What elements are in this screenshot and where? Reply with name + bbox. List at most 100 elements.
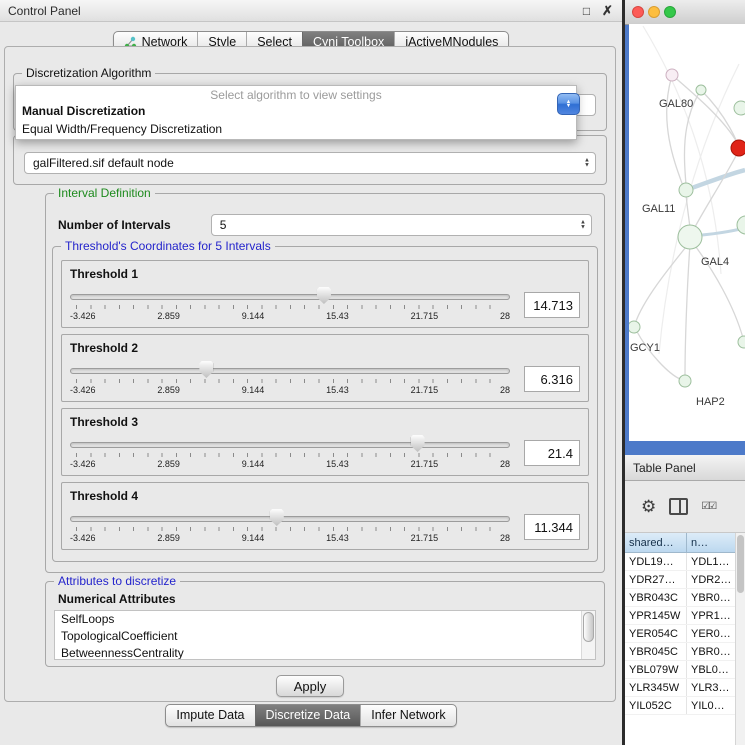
tab-infer-network[interactable]: Infer Network [360, 705, 455, 726]
threshold-3-value-field[interactable]: 21.4 [524, 440, 580, 466]
selected-red-node[interactable] [731, 140, 745, 156]
table-row[interactable]: YLR345WYLR3… [625, 679, 745, 697]
table-row[interactable]: YBL079WYBL0… [625, 661, 745, 679]
column-header-name[interactable]: n… [687, 533, 736, 553]
threshold-3-label: Threshold 3 [70, 415, 138, 429]
interval-definition-group: Interval Definition Number of Intervals … [45, 193, 605, 573]
network-view-window: GAL80 GAL11 GAL4 GCY1 HAP2 [625, 0, 745, 455]
tab-impute-data[interactable]: Impute Data [166, 705, 254, 726]
select-columns-icon[interactable]: ☑☑ [701, 501, 715, 512]
minimize-traffic-light-icon[interactable] [648, 6, 660, 18]
tab-discretize-data[interactable]: Discretize Data [255, 705, 361, 726]
scrollbar-thumb[interactable] [583, 612, 594, 642]
table-row[interactable]: YPR145WYPR1… [625, 607, 745, 625]
apply-button[interactable]: Apply [276, 675, 344, 697]
slider-track[interactable] [70, 442, 510, 448]
table-data-combobox[interactable]: galFiltered.sif default node ▲▼ [24, 152, 596, 174]
zoom-traffic-light-icon[interactable] [664, 6, 676, 18]
threshold-2-slider[interactable]: -3.4262.8599.14415.4321.71528 [70, 359, 510, 399]
table-panel-header: Table Panel [625, 455, 745, 481]
close-traffic-light-icon[interactable] [632, 6, 644, 18]
threshold-4-slider-thumb[interactable] [270, 509, 284, 526]
node-label: GCY1 [630, 342, 660, 354]
thresholds-group-label: Threshold's Coordinates for 5 Intervals [61, 239, 275, 253]
node-label: GAL4 [701, 256, 729, 268]
network-canvas[interactable]: GAL80 GAL11 GAL4 GCY1 HAP2 [629, 24, 745, 441]
columns-icon[interactable] [669, 498, 688, 515]
slider-ticks [76, 453, 504, 457]
algorithm-option-manual-discretization[interactable]: Manual Discretization [16, 103, 576, 121]
stepper-down-icon: ▼ [566, 104, 571, 108]
node-labels: GAL80 GAL11 GAL4 GCY1 HAP2 [630, 98, 729, 408]
cyni-panel-frame: Discretization Algorithm Select algorith… [4, 46, 616, 702]
table-row[interactable]: YDL19…YDL1… [625, 553, 745, 571]
slider-track[interactable] [70, 368, 510, 374]
node[interactable] [734, 101, 745, 115]
list-item[interactable]: TopologicalCoefficient [55, 628, 595, 645]
threshold-1-value-field[interactable]: 14.713 [524, 292, 580, 318]
gear-icon[interactable]: ⚙ [641, 497, 656, 517]
threshold-2-slider-thumb[interactable] [199, 361, 213, 378]
list-item[interactable]: SelfLoops [55, 611, 595, 628]
table-row[interactable]: YIL052CYIL0… [625, 697, 745, 715]
node[interactable] [678, 225, 702, 249]
table-data-value: galFiltered.sif default node [33, 156, 174, 170]
thresholds-coordinates-group: Threshold's Coordinates for 5 Intervals … [52, 246, 598, 562]
list-item[interactable]: BetweennessCentrality [55, 645, 595, 660]
number-of-intervals-value: 5 [220, 218, 227, 232]
threshold-4-label: Threshold 4 [70, 489, 138, 503]
slider-ticks [76, 527, 504, 531]
slider-track[interactable] [70, 294, 510, 300]
table-panel-title: Table Panel [633, 461, 696, 475]
column-header-shared-name[interactable]: shared… [625, 533, 687, 553]
node-table: shared… n… YDL19…YDL1… YDR27…YDR2… YBR04… [625, 533, 745, 745]
node[interactable] [666, 69, 678, 81]
control-panel-titlebar: Control Panel □ ✗ [0, 0, 622, 22]
node[interactable] [696, 85, 706, 95]
table-row[interactable]: YBR045CYBR0… [625, 643, 745, 661]
threshold-2-value-field[interactable]: 6.316 [524, 366, 580, 392]
threshold-3-slider[interactable]: -3.4262.8599.14415.4321.71528 [70, 433, 510, 473]
number-of-intervals-combobox[interactable]: 5 ▲▼ [211, 214, 592, 236]
threshold-3-slider-thumb[interactable] [411, 435, 425, 452]
control-panel: Control Panel □ ✗ Network Style Select [0, 0, 622, 745]
threshold-1-slider-thumb[interactable] [317, 287, 331, 304]
node[interactable] [679, 183, 693, 197]
scrollbar-thumb[interactable] [737, 535, 744, 593]
threshold-1-slider[interactable]: -3.4262.8599.14415.4321.71528 [70, 285, 510, 325]
slider-track[interactable] [70, 516, 510, 522]
panel-title: Control Panel [0, 4, 576, 18]
threshold-4-slider[interactable]: -3.4262.8599.14415.4321.71528 [70, 507, 510, 547]
network-window-titlebar[interactable] [625, 0, 745, 25]
algorithm-option-equal-width-frequency[interactable]: Equal Width/Frequency Discretization [16, 121, 576, 139]
node[interactable] [738, 336, 745, 348]
algorithm-combo-button[interactable]: ▲ ▼ [557, 93, 580, 115]
slider-tick-labels: -3.4262.8599.14415.4321.71528 [70, 385, 510, 395]
attributes-scrollbar[interactable] [581, 611, 595, 659]
algorithm-placeholder: Select algorithm to view settings [16, 86, 576, 103]
node[interactable] [737, 216, 745, 234]
float-window-icon[interactable]: □ [576, 4, 597, 18]
slider-ticks [76, 379, 504, 383]
close-icon[interactable]: ✗ [597, 3, 618, 19]
node-label: GAL80 [659, 98, 693, 110]
node[interactable] [629, 321, 640, 333]
node[interactable] [679, 375, 691, 387]
table-row[interactable]: YDR27…YDR2… [625, 571, 745, 589]
slider-tick-labels: -3.4262.8599.14415.4321.71528 [70, 459, 510, 469]
node-label: HAP2 [696, 396, 725, 408]
threshold-2-panel: Threshold 2 -3.4262.8599.14415.4321.7152… [61, 334, 589, 402]
numerical-attributes-list[interactable]: SelfLoops TopologicalCoefficient Between… [54, 610, 596, 660]
slider-tick-labels: -3.4262.8599.14415.4321.71528 [70, 311, 510, 321]
table-row[interactable]: YBR043CYBR0… [625, 589, 745, 607]
slider-ticks [76, 305, 504, 309]
interval-definition-label: Interval Definition [54, 186, 155, 200]
threshold-4-value-field[interactable]: 11.344 [524, 514, 580, 540]
table-data-group: Table Data galFiltered.sif default node … [13, 135, 607, 185]
slider-tick-labels: -3.4262.8599.14415.4321.71528 [70, 533, 510, 543]
threshold-2-label: Threshold 2 [70, 341, 138, 355]
attributes-group-label: Attributes to discretize [54, 574, 180, 588]
table-header-row: shared… n… [625, 533, 745, 553]
table-scrollbar[interactable] [735, 533, 745, 745]
table-row[interactable]: YER054CYER0… [625, 625, 745, 643]
